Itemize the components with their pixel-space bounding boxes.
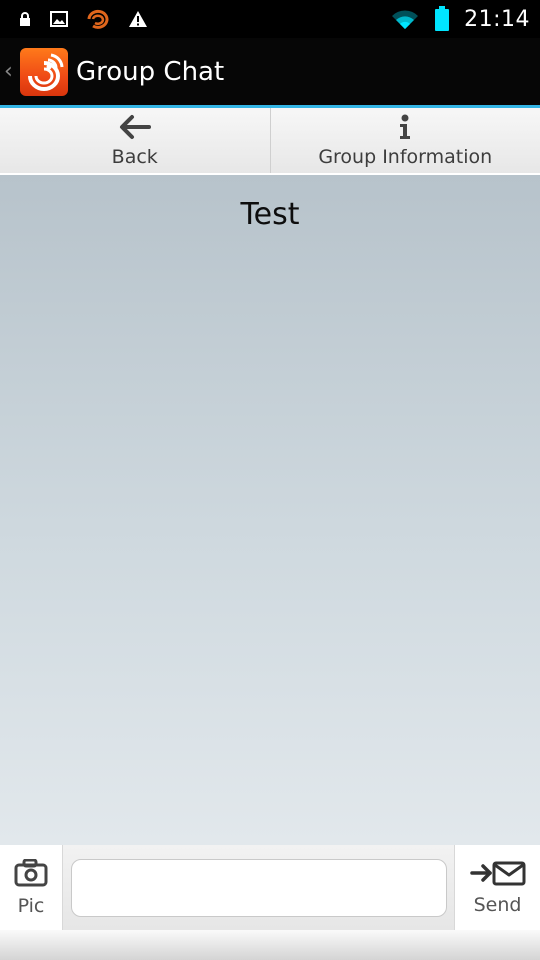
info-icon	[398, 114, 412, 144]
message-composer: Pic Send	[0, 845, 540, 960]
pic-button[interactable]: Pic	[0, 845, 62, 930]
back-button-label: Back	[111, 145, 158, 168]
message-input[interactable]	[71, 859, 447, 917]
chat-messages-area[interactable]: Test	[0, 175, 540, 845]
pic-button-label: Pic	[17, 894, 45, 917]
action-bar: ‹ Group Chat	[0, 38, 540, 108]
app-notification-icon	[86, 9, 110, 29]
wifi-icon	[390, 8, 420, 30]
group-name-heading: Test	[240, 197, 300, 232]
status-bar-clock: 21:14	[464, 6, 530, 32]
camera-icon	[14, 858, 48, 891]
group-information-label: Group Information	[318, 145, 493, 168]
send-button-label: Send	[473, 893, 522, 916]
group-information-button[interactable]: Group Information	[269, 108, 540, 173]
send-mail-icon	[469, 860, 526, 890]
status-bar: 21:14	[0, 0, 540, 38]
chat-toolbar: Back Group Information	[0, 108, 540, 175]
status-bar-system: 21:14	[390, 6, 540, 32]
message-input-container	[62, 845, 455, 930]
app-logo[interactable]	[20, 47, 68, 96]
status-bar-notifications	[0, 9, 148, 29]
back-button[interactable]: Back	[0, 108, 270, 173]
send-button[interactable]: Send	[455, 845, 540, 930]
screen: 21:14 ‹ Group Chat Back Group Informatio…	[0, 0, 540, 960]
arrow-left-icon	[118, 114, 152, 144]
bottom-edge	[0, 930, 540, 960]
lock-icon	[18, 11, 32, 27]
up-navigation-icon[interactable]: ‹	[4, 59, 18, 84]
screen-title: Group Chat	[76, 56, 225, 87]
battery-icon	[434, 6, 450, 32]
warning-icon	[128, 10, 148, 28]
image-icon	[50, 11, 68, 27]
